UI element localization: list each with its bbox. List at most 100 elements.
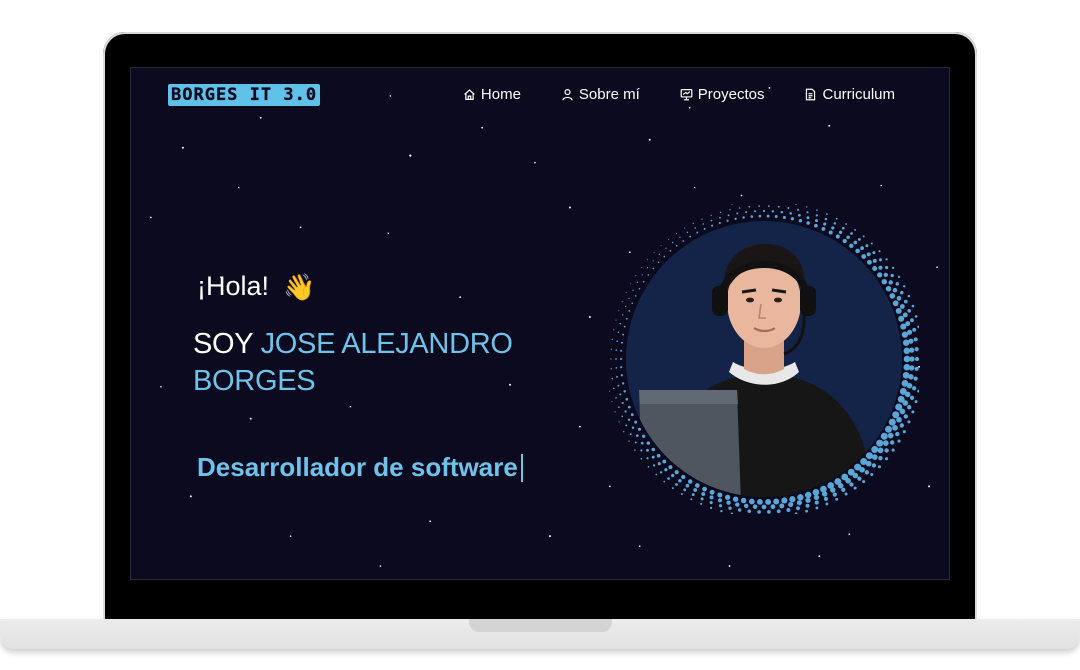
ring-dot (761, 504, 767, 510)
ring-dot (892, 287, 898, 293)
ring-dot (694, 227, 696, 229)
ring-dot (790, 217, 795, 221)
ring-dot (702, 223, 705, 225)
ring-dot (835, 217, 838, 220)
ring-dot (623, 431, 625, 433)
ring-dot (696, 231, 699, 234)
ring-dot (885, 457, 889, 461)
ring-dot (685, 483, 690, 488)
ring-dot (757, 510, 761, 514)
ring-dot (815, 214, 818, 217)
ring-dot (709, 501, 713, 505)
presentation-icon (680, 88, 693, 100)
ring-dot (837, 482, 844, 489)
ring-dot (788, 502, 794, 508)
ring-dot (911, 410, 915, 414)
ring-dot (621, 382, 625, 385)
ring-dot (727, 214, 730, 217)
site-logo[interactable]: BORGES IT 3.0 (168, 84, 321, 106)
ring-dot (864, 470, 870, 475)
ring-dot (621, 401, 624, 405)
ring-dot (789, 496, 796, 503)
ring-dot (629, 433, 632, 436)
ring-dot (813, 494, 820, 501)
ring-dot (630, 413, 634, 417)
ring-dot (617, 331, 620, 334)
ring-dot (717, 492, 723, 498)
ring-dot (871, 454, 878, 460)
ring-dot (710, 214, 712, 217)
ring-dot (884, 425, 893, 433)
ring-dot (857, 237, 861, 241)
ring-dot (634, 441, 637, 444)
ring-dot (671, 473, 675, 478)
nav-item-home[interactable]: Home (463, 84, 521, 104)
ring-dot (877, 447, 884, 454)
ring-dot (907, 294, 911, 298)
ring-dot (823, 222, 827, 226)
ring-dot (860, 246, 864, 251)
ring-dot (702, 486, 707, 492)
ring-dot (628, 310, 631, 312)
ring-dot (646, 457, 649, 460)
ring-dot (797, 494, 804, 501)
ring-dot (765, 498, 772, 505)
home-icon (464, 88, 475, 100)
nav-item-sobre-mi[interactable]: Sobre mí (561, 84, 640, 104)
ring-dot (640, 441, 644, 445)
ring-dot (754, 210, 757, 213)
ring-dot (833, 222, 837, 225)
ring-dot (710, 506, 713, 509)
ring-dot (870, 242, 873, 245)
ring-dot (888, 280, 893, 285)
nav-label-home: Home (480, 85, 521, 103)
ring-dot (622, 314, 624, 316)
nav-item-curriculum[interactable]: Curriculum (804, 84, 895, 104)
ring-dot (767, 510, 771, 514)
ring-dot (641, 274, 643, 276)
ring-dot (895, 282, 900, 286)
ring-dot (694, 483, 700, 488)
ring-dot (745, 211, 748, 214)
nav-label-proyectos: Proyectos (697, 85, 765, 103)
nav-item-proyectos[interactable]: Proyectos (680, 84, 765, 104)
ring-dot (917, 325, 919, 329)
ring-dot (681, 474, 686, 480)
ring-dot (903, 355, 911, 363)
ring-dot (611, 377, 614, 380)
ring-dot (913, 376, 918, 381)
ring-dot (804, 491, 812, 499)
ring-dot (740, 497, 747, 504)
ring-dot (622, 333, 625, 336)
ring-dot (634, 295, 637, 297)
ring-dot (652, 267, 655, 270)
ring-dot (627, 418, 631, 421)
ring-dot (682, 240, 685, 242)
ring-dot (882, 440, 889, 446)
ring-dot (781, 497, 788, 504)
ring-dot (674, 470, 679, 475)
ring-dot (870, 472, 874, 477)
ring-dot (748, 498, 755, 505)
ring-dot (913, 337, 918, 342)
ring-dot (881, 279, 887, 285)
ring-dot (776, 509, 781, 514)
ring-dot (842, 226, 845, 230)
ring-dot (766, 214, 770, 218)
ring-dot (888, 418, 896, 426)
ring-dot (861, 254, 867, 259)
ring-dot (686, 231, 689, 234)
ring-dot (855, 248, 860, 254)
ring-dot (637, 427, 642, 431)
ring-dot (735, 502, 740, 507)
ring-dot (885, 258, 888, 261)
ring-dot (620, 341, 623, 344)
ring-dot (897, 439, 901, 443)
ring-dot (914, 366, 919, 371)
ring-dot (768, 205, 770, 207)
ring-dot (615, 319, 617, 321)
ring-dot (646, 267, 649, 269)
ring-dot (871, 463, 877, 468)
ring-dot (616, 375, 619, 378)
ring-dot (625, 292, 627, 294)
